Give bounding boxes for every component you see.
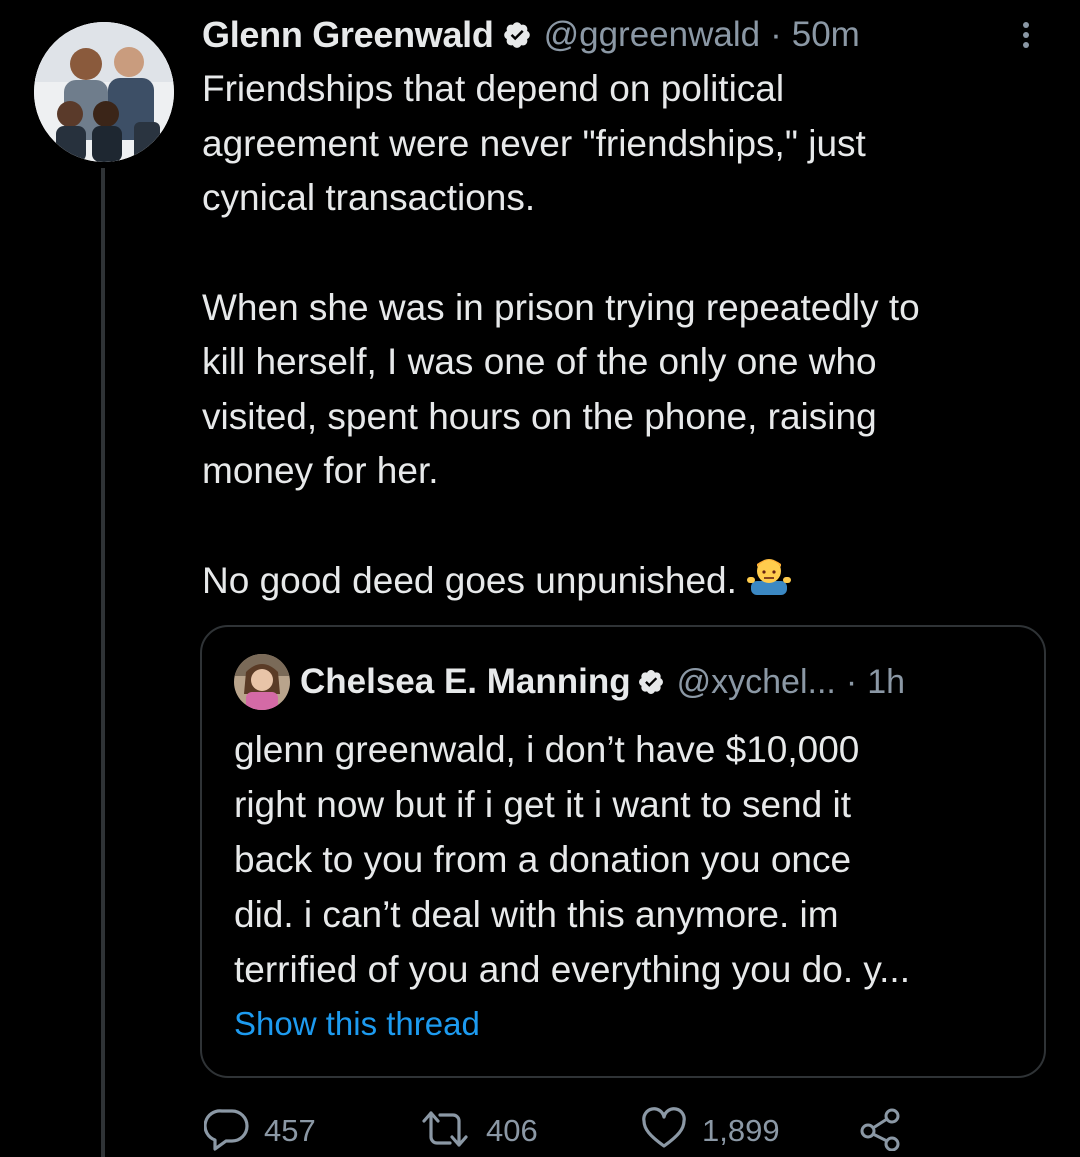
quoted-tweet-header: Chelsea E. Manning @xychel... · 1h: [234, 654, 906, 710]
quoted-tweet-body: glenn greenwald, i don’t have $10,000 ri…: [234, 722, 1034, 997]
retweet-button[interactable]: 406: [418, 1105, 538, 1157]
quoted-author-avatar: [234, 654, 290, 710]
tweet-line: cynical transactions.: [202, 177, 536, 218]
quoted-tweet-card[interactable]: Chelsea E. Manning @xychel... · 1h glenn…: [200, 625, 1046, 1078]
tweet-header: Glenn Greenwald @ggreenwald · 50m: [202, 10, 860, 60]
quoted-line: glenn greenwald, i don’t have $10,000: [234, 729, 860, 770]
quoted-tweet-timestamp: 1h: [867, 662, 906, 701]
share-button[interactable]: [858, 1105, 904, 1157]
author-handle[interactable]: @ggreenwald: [544, 15, 761, 55]
author-display-name[interactable]: Glenn Greenwald: [202, 14, 494, 56]
tweet-body: Friendships that depend on political agr…: [202, 62, 1062, 614]
quoted-line: back to you from a donation you once: [234, 839, 852, 880]
quoted-line: terrified of you and everything you do. …: [234, 949, 910, 990]
tweet-action-bar: 457 406 1,899: [0, 1105, 1080, 1157]
like-count: 1,899: [702, 1113, 780, 1148]
quoted-author-handle: @xychel...: [676, 662, 836, 701]
separator-dot: ·: [845, 662, 858, 701]
tweet-line: Friendships that depend on political: [202, 68, 785, 109]
quoted-author-display-name: Chelsea E. Manning: [300, 662, 631, 701]
quoted-line: right now but if i get it i want to send…: [234, 784, 851, 825]
tweet-line-final: No good deed goes unpunished.: [202, 554, 1062, 615]
verified-badge-icon: [502, 20, 532, 50]
retweet-count: 406: [486, 1113, 538, 1148]
tweet-line-text: No good deed goes unpunished.: [202, 559, 737, 601]
show-thread-link[interactable]: Show this thread: [234, 1005, 480, 1043]
quoted-line: did. i can’t deal with this anymore. im: [234, 894, 839, 935]
author-avatar[interactable]: [34, 22, 174, 162]
separator-dot: ·: [770, 15, 782, 54]
man-shrugging-emoji: [746, 555, 791, 615]
tweet-timestamp[interactable]: 50m: [792, 15, 860, 55]
tweet-line: When she was in prison trying repeatedly…: [202, 286, 920, 328]
reply-count: 457: [264, 1113, 316, 1148]
like-button[interactable]: 1,899: [640, 1105, 780, 1157]
more-vertical-icon[interactable]: [1014, 18, 1038, 52]
tweet-line: money for her.: [202, 450, 439, 491]
heart-icon: [640, 1106, 688, 1156]
reply-icon: [203, 1107, 250, 1156]
tweet-line: kill herself, I was one of the only one …: [202, 341, 877, 382]
reply-button[interactable]: 457: [203, 1105, 316, 1157]
tweet-line: agreement were never "friendships," just: [202, 122, 866, 164]
thread-connector-line: [101, 168, 105, 1157]
verified-badge-icon: [637, 668, 665, 696]
retweet-icon: [418, 1107, 472, 1156]
tweet-line: visited, spent hours on the phone, raisi…: [202, 395, 877, 437]
share-icon: [858, 1107, 904, 1156]
